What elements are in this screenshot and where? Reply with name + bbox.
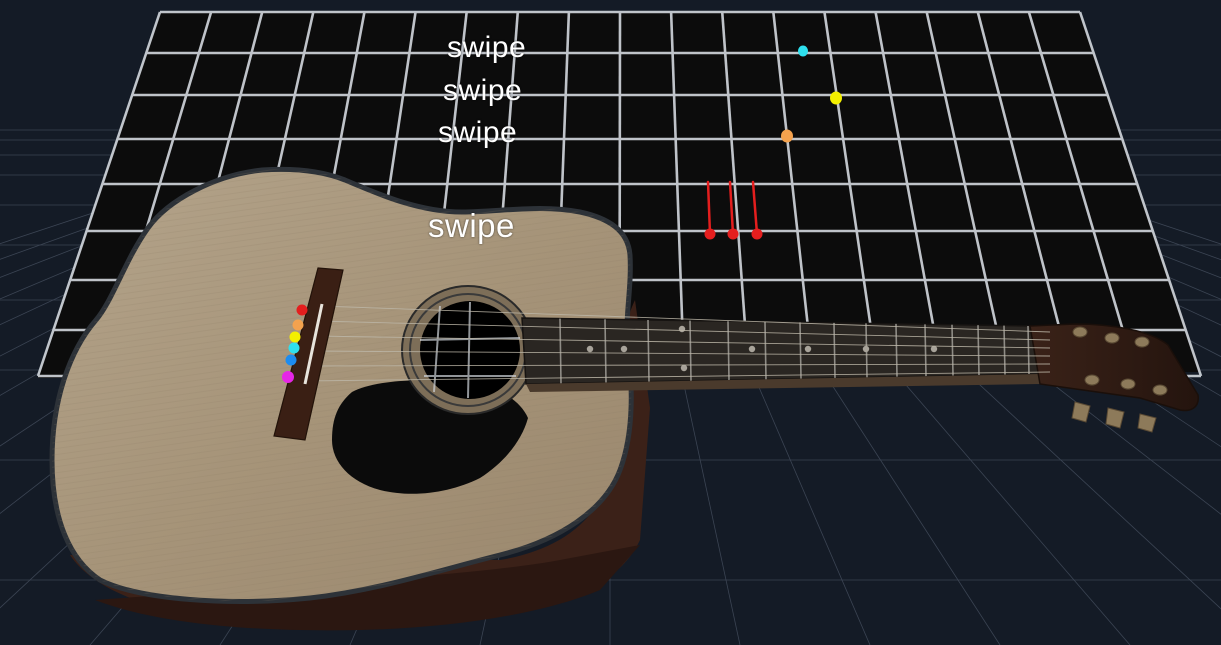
strum-note-red — [704, 228, 716, 240]
bridge-note-magenta — [282, 371, 294, 383]
fret — [977, 325, 980, 376]
fret — [689, 320, 692, 381]
fret — [833, 322, 836, 378]
swipe-prompt[interactable]: swipe — [428, 209, 515, 242]
bridge-note-red — [296, 304, 308, 316]
bridge-note-blue — [285, 354, 297, 366]
fret — [1027, 325, 1030, 375]
fret — [924, 324, 927, 377]
strum-note-red — [751, 228, 763, 240]
bridge-note-orange — [292, 319, 304, 331]
game-scene[interactable]: swipe swipe swipe swipe — [0, 0, 1221, 645]
note-marker-cyan — [798, 45, 808, 57]
fret — [895, 323, 898, 377]
note-marker-yellow — [830, 91, 842, 105]
fret — [559, 318, 562, 384]
fret — [727, 321, 730, 380]
swipe-prompt[interactable]: swipe — [443, 75, 522, 107]
game-canvas[interactable] — [0, 0, 1221, 645]
bridge-note-yellow — [289, 331, 301, 343]
strum-note-red — [727, 228, 739, 240]
fret — [764, 321, 767, 380]
fret — [1003, 325, 1006, 375]
swipe-prompt[interactable]: swipe — [438, 117, 517, 149]
fret — [799, 322, 802, 379]
note-marker-orange — [781, 129, 793, 143]
swipe-prompt[interactable]: swipe — [447, 32, 526, 64]
fret — [951, 324, 954, 376]
bridge-note-cyan — [288, 342, 300, 354]
